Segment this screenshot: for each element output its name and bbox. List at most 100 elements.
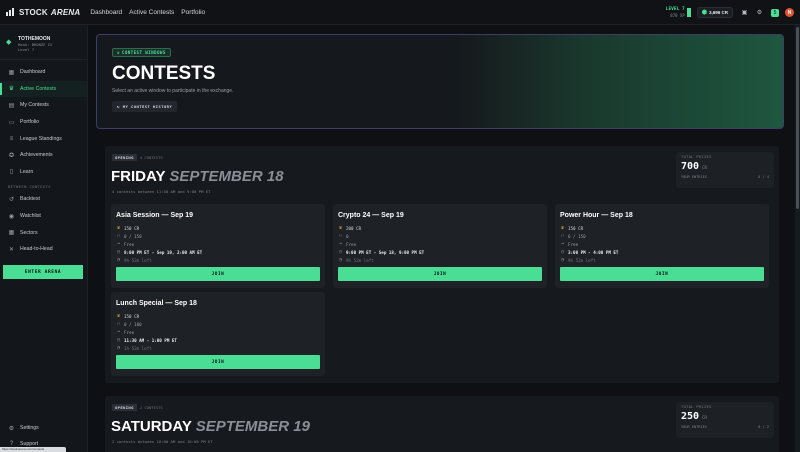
user-card[interactable]: ◆ TOTHEMOON Rank: BRONZE IV Level 7 bbox=[0, 25, 87, 56]
sidebar-item-achievements[interactable]: ✪ Achievements bbox=[0, 147, 87, 164]
opening-badge: OPENING bbox=[112, 154, 137, 161]
contest-entries: ⚇ 0 / 150 bbox=[560, 233, 586, 239]
scrollbar[interactable] bbox=[795, 25, 800, 452]
contest-title: Crypto 24 — Sep 19 bbox=[338, 212, 404, 219]
join-button[interactable]: JOIN bbox=[338, 267, 542, 281]
contest-history-button[interactable]: ↻ MY CONTEST HISTORY bbox=[112, 101, 178, 112]
contest-entries: ⚇ 0 bbox=[338, 233, 349, 239]
contest-title: Power Hour — Sep 18 bbox=[560, 212, 633, 219]
prize-text: 150 CR bbox=[568, 225, 584, 231]
contest-prize: ♛ 150 CR bbox=[116, 313, 139, 319]
sidebar-item-backtest[interactable]: ↺ Backtest bbox=[0, 191, 87, 208]
day-tag: OPENING 2 CONTESTS bbox=[112, 404, 163, 411]
settings-gear-icon[interactable]: ⚙ bbox=[756, 9, 763, 16]
history-button-label: MY CONTEST HISTORY bbox=[122, 104, 173, 109]
join-button[interactable]: JOIN bbox=[560, 267, 764, 281]
contest-fee: ⊸ Free bbox=[116, 329, 134, 335]
entries-label: YOUR ENTRIES bbox=[681, 425, 707, 429]
prize-label: TOTAL PRIZES bbox=[681, 155, 712, 159]
entries-text: 0 / 150 bbox=[568, 233, 586, 239]
briefcase-icon: ▤ bbox=[8, 102, 15, 109]
prize-summary: TOTAL PRIZES 700 CR YOUR ENTRIES 0 / 4 bbox=[676, 152, 774, 188]
standings-icon: ≡ bbox=[9, 135, 14, 142]
nav-portfolio[interactable]: Portfolio bbox=[181, 9, 205, 16]
trophy-icon: ♛ bbox=[560, 225, 564, 231]
day-window: 2 contests between 10:00 AM and 10:00 PM… bbox=[112, 439, 213, 444]
sidebar-item-label: Settings bbox=[20, 425, 39, 431]
balance-pill[interactable]: ⬢ 3,696 CR bbox=[696, 7, 733, 18]
sidebar-item-league-standings[interactable]: ≡ League Standings bbox=[0, 130, 87, 147]
prize-summary: TOTAL PRIZES 250 CR YOUR ENTRIES 0 / 2 bbox=[676, 402, 774, 438]
book-icon: ▯ bbox=[9, 169, 14, 176]
contest-entries: ⚇ 0 / 100 bbox=[116, 321, 142, 327]
nav-active-contests[interactable]: Active Contests bbox=[129, 9, 174, 16]
logo-mark-icon bbox=[6, 8, 16, 16]
contest-card: Crypto 24 — Sep 19 ♛ 200 CR ⚇ 0 ⊸ Free ◷ 9:0… bbox=[333, 204, 547, 288]
entries-value: 0 / 4 bbox=[758, 175, 769, 179]
sidebar-item-my-contests[interactable]: ▤ My Contests bbox=[0, 97, 87, 114]
sidebar-section-label: BETWEEN CONTESTS bbox=[8, 184, 51, 190]
contest-fee: ⊸ Free bbox=[560, 241, 578, 247]
divider bbox=[0, 59, 87, 60]
logo[interactable]: STOCK ARENA bbox=[6, 8, 80, 17]
users-icon: ⚇ bbox=[116, 233, 120, 239]
contest-title: Asia Session — Sep 19 bbox=[116, 212, 194, 219]
eye-icon: ◉ bbox=[8, 213, 15, 220]
scrollbar-thumb[interactable] bbox=[796, 27, 799, 209]
contest-count: 4 CONTESTS bbox=[139, 155, 163, 160]
sidebar-item-settings[interactable]: ⚙ Settings bbox=[0, 420, 88, 436]
versus-icon: ✕ bbox=[8, 246, 15, 253]
sidebar-item-watchlist[interactable]: ◉ Watchlist bbox=[0, 208, 87, 225]
entries-text: 0 / 150 bbox=[124, 233, 142, 239]
clock-icon: ◷ bbox=[338, 249, 342, 255]
clock-icon: ◷ bbox=[116, 337, 120, 343]
join-button[interactable]: JOIN bbox=[116, 267, 320, 281]
sidebar-item-label: Head-to-Head bbox=[20, 246, 53, 253]
notification-badge[interactable]: 5 bbox=[771, 8, 779, 17]
sidebar-item-portfolio[interactable]: ▭ Portfolio bbox=[0, 114, 87, 131]
sidebar-item-active-contests[interactable]: ♛ Active Contests bbox=[0, 80, 87, 98]
fee-text: Free bbox=[568, 241, 579, 247]
page-subtitle: Select an active window to participate i… bbox=[112, 88, 234, 94]
trophy-icon: ♛ bbox=[338, 225, 342, 231]
sidebar-item-head-to-head[interactable]: ✕ Head-to-Head bbox=[0, 241, 87, 258]
contest-time: ◷ 11:30 AM - 1:00 PM ET bbox=[116, 337, 177, 343]
join-button[interactable]: JOIN bbox=[116, 355, 320, 369]
sidebar-item-label: Learn bbox=[20, 168, 34, 175]
contest-prize: ♛ 150 CR bbox=[116, 225, 139, 231]
day-name: FRIDAY bbox=[111, 168, 166, 185]
nav-dashboard[interactable]: Dashboard bbox=[90, 9, 122, 16]
grid-icon: ▦ bbox=[8, 230, 15, 237]
prize-unit: CR bbox=[702, 165, 707, 170]
contest-prize: ♛ 150 CR bbox=[560, 225, 583, 231]
status-url: https://stockarena.com/contests bbox=[0, 447, 66, 452]
entries-label: YOUR ENTRIES bbox=[681, 175, 707, 179]
time-left-text: 9h 52m left bbox=[124, 257, 152, 263]
badge-label: CONTEST WINDOWS bbox=[121, 50, 166, 55]
sidebar-item-learn[interactable]: ▯ Learn bbox=[0, 164, 87, 181]
time-text: 3:00 PM - 4:00 PM ET bbox=[568, 249, 619, 255]
users-icon: ⚇ bbox=[116, 321, 120, 327]
balance-value: 3,696 CR bbox=[708, 10, 728, 15]
sidebar-item-sectors[interactable]: ▦ Sectors bbox=[0, 224, 87, 241]
trophy-icon: ♛ bbox=[116, 225, 120, 231]
logo-text-stock: STOCK bbox=[19, 7, 48, 17]
ticket-icon: ⊸ bbox=[116, 329, 120, 335]
xp-label: 878 XP bbox=[670, 12, 685, 18]
contest-time: ◷ 9:00 PM ET - Sep 18, 9:00 PM ET bbox=[338, 249, 424, 255]
prize-text: 200 CR bbox=[346, 225, 362, 231]
entries-row: YOUR ENTRIES 0 / 4 bbox=[681, 175, 769, 179]
avatar[interactable]: N bbox=[785, 8, 794, 17]
users-icon: ⚇ bbox=[338, 233, 342, 239]
shop-icon[interactable]: ▣ bbox=[741, 9, 748, 16]
sidebar-item-dashboard[interactable]: ▦ Dashboard bbox=[0, 64, 87, 81]
day-name: SATURDAY bbox=[111, 418, 192, 435]
time-text: 11:30 AM - 1:00 PM ET bbox=[124, 337, 177, 343]
clock-icon: ◷ bbox=[116, 249, 120, 255]
history-icon: ↻ bbox=[117, 104, 120, 109]
prize-text: 150 CR bbox=[124, 313, 140, 319]
contest-prize: ♛ 200 CR bbox=[338, 225, 361, 231]
enter-arena-button[interactable]: ENTER ARENA bbox=[3, 265, 83, 279]
fee-text: Free bbox=[124, 241, 135, 247]
sidebar-item-label: My Contests bbox=[20, 102, 49, 109]
